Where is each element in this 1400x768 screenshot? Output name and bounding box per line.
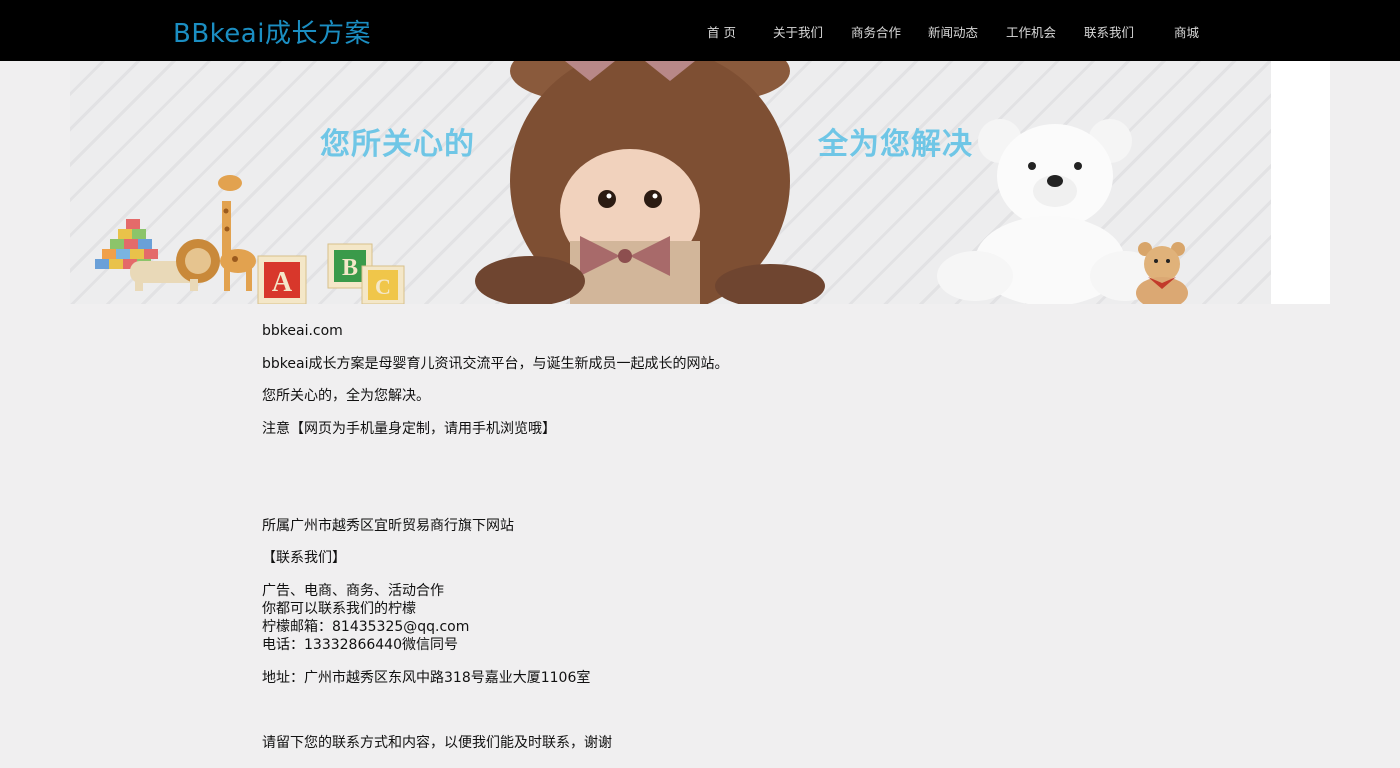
site-logo[interactable]: BBkeai成长方案	[173, 13, 371, 50]
site-domain: bbkeai.com	[262, 323, 343, 339]
nav-business[interactable]: 商务合作	[851, 22, 901, 41]
nav-about[interactable]: 关于我们	[773, 22, 823, 41]
contact-line-lemon: 你都可以联系我们的柠檬	[262, 601, 416, 617]
contact-line-cooperation: 广告、电商、商务、活动合作	[262, 583, 444, 599]
nav-shop[interactable]: 商城	[1174, 22, 1199, 41]
tagline-text: 您所关心的，全为您解决。	[262, 388, 430, 404]
block-letter-c: C	[375, 274, 391, 299]
banner-container: A B C 您所关心的 全为您解决	[70, 61, 1330, 304]
nav-contact[interactable]: 联系我们	[1084, 22, 1134, 41]
nav-home[interactable]: 首 页	[707, 22, 736, 41]
hero-banner: A B C 您所关心的 全为您解决	[70, 61, 1271, 304]
intro-text: bbkeai成长方案是母婴育儿资讯交流平台，与诞生新成员一起成长的网站。	[262, 356, 729, 372]
contact-heading: 【联系我们】	[262, 550, 346, 566]
banner-slogan-left: 您所关心的	[320, 127, 475, 162]
address-text: 地址：广州市越秀区东风中路318号嘉业大厦1106室	[262, 670, 591, 686]
block-letter-b: B	[342, 255, 358, 281]
abc-blocks-illustration: A B C	[257, 243, 405, 304]
nav-news[interactable]: 新闻动态	[928, 22, 978, 41]
owner-text: 所属广州市越秀区宜昕贸易商行旗下网站	[262, 518, 514, 534]
baby-bear-costume-photo	[475, 61, 825, 304]
contact-phone: 电话：13332866440微信同号	[262, 637, 458, 653]
mobile-notice: 注意【网页为手机量身定制，请用手机浏览哦】	[262, 421, 556, 437]
banner-slogan-right: 全为您解决	[818, 127, 973, 162]
nav-jobs[interactable]: 工作机会	[1006, 22, 1056, 41]
top-nav-bar: BBkeai成长方案 首 页 关于我们 商务合作 新闻动态 工作机会 联系我们 …	[0, 0, 1400, 61]
block-letter-a: A	[272, 267, 293, 298]
footer-note: 请留下您的联系方式和内容，以便我们能及时联系，谢谢	[262, 735, 612, 751]
contact-email: 柠檬邮箱：81435325@qq.com	[262, 619, 470, 635]
toy-giraffe-illustration	[218, 175, 256, 291]
